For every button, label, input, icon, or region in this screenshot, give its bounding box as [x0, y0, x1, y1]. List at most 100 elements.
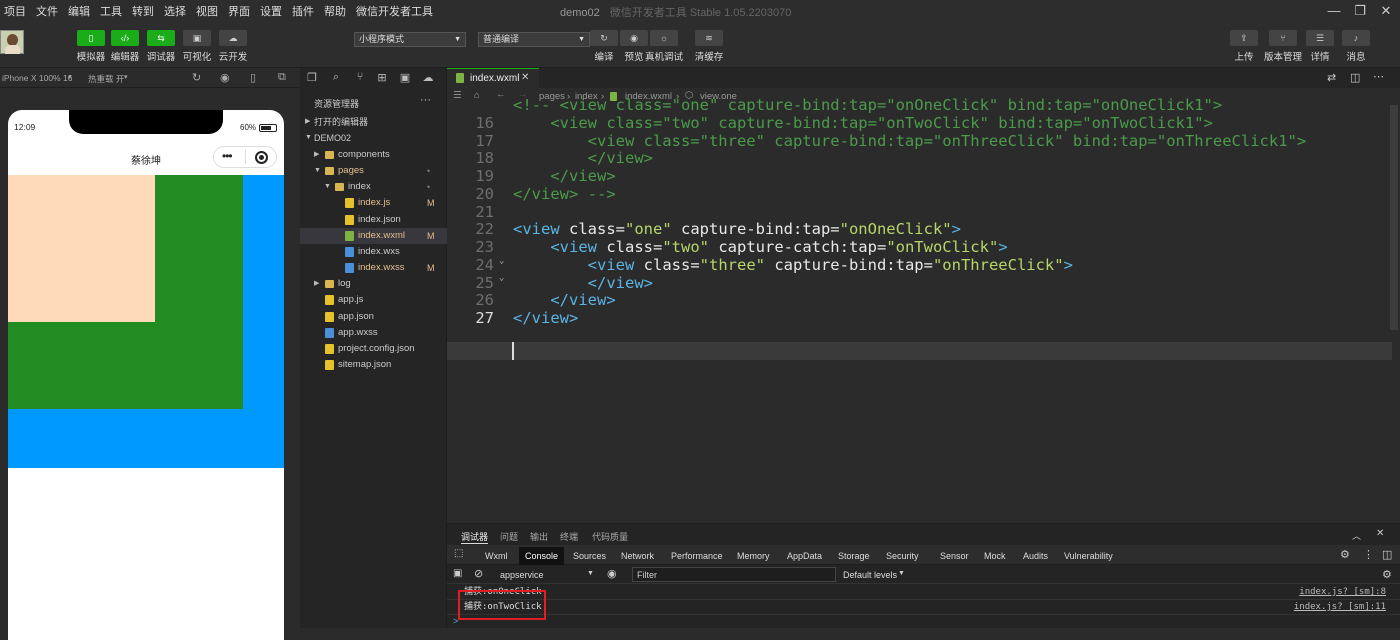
- search-icon[interactable]: ⌕: [329, 71, 343, 85]
- cloud-icon[interactable]: ☁: [219, 30, 247, 46]
- code-line[interactable]: </view>: [513, 167, 615, 185]
- devtools-tab-performance[interactable]: Performance: [665, 547, 729, 565]
- tree-item-index[interactable]: ▼ index •: [300, 179, 447, 195]
- editor-scrollbar[interactable]: [1390, 105, 1398, 330]
- chevron-down-icon[interactable]: ▼: [324, 179, 331, 195]
- clear-console-icon[interactable]: ⊘: [474, 567, 483, 580]
- devtools-tab-appdata[interactable]: AppData: [781, 547, 828, 565]
- devtools-tab-sensor[interactable]: Sensor: [934, 547, 975, 565]
- files-icon[interactable]: ❐: [305, 71, 319, 85]
- devtools-more-icon[interactable]: ⋮: [1363, 548, 1374, 561]
- devtools-tab-sources[interactable]: Sources: [567, 547, 612, 565]
- debug-icon[interactable]: ⇆: [147, 30, 175, 46]
- menu-item[interactable]: 微信开发者工具: [352, 3, 439, 19]
- code-line[interactable]: </view>: [513, 309, 578, 327]
- context-chevron-icon[interactable]: ▼: [587, 570, 594, 577]
- phone-icon[interactable]: ▯: [250, 71, 256, 84]
- tree-item-pages[interactable]: ▼ pages •: [300, 163, 447, 179]
- back-arrow-icon[interactable]: ←: [496, 89, 506, 100]
- debug-panel-icon[interactable]: ▣: [398, 71, 412, 85]
- inspect-icon[interactable]: ⬚: [454, 548, 463, 559]
- menu-item[interactable]: 工具: [96, 3, 128, 19]
- exit-miniprogram-icon[interactable]: [255, 151, 268, 164]
- filter-input[interactable]: Filter: [632, 567, 836, 582]
- hotreload-chevron-icon[interactable]: ▾: [124, 73, 128, 81]
- tree-item-app.json[interactable]: app.json: [300, 309, 447, 325]
- visual-icon[interactable]: ▣: [183, 30, 211, 46]
- extensions-icon[interactable]: ⊞: [375, 71, 389, 85]
- console-settings-icon[interactable]: ⚙: [1382, 568, 1392, 581]
- right-button-3[interactable]: ♪ 消息: [1336, 30, 1376, 63]
- dock-icon[interactable]: ◫: [1382, 548, 1392, 561]
- minimize-icon[interactable]: —: [1326, 3, 1342, 19]
- upload-icon[interactable]: ⇪: [1230, 30, 1258, 46]
- tree-item-project.config.json[interactable]: project.config.json: [300, 341, 447, 357]
- mode-select[interactable]: 小程序模式 ▼: [354, 32, 466, 47]
- right-button-2[interactable]: ☰ 详情: [1300, 30, 1340, 63]
- panel-tab-3[interactable]: 终端: [560, 530, 578, 543]
- collapse-panel-icon[interactable]: ︿: [1352, 529, 1361, 542]
- panel-tab-2[interactable]: 输出: [530, 530, 548, 543]
- editor-tab[interactable]: index.wxml ✕: [447, 68, 539, 88]
- menu-lines-icon[interactable]: ☰: [453, 90, 462, 101]
- toolbar-button-1[interactable]: ‹/› 编辑器: [105, 30, 145, 63]
- compare-icon[interactable]: ⇄: [1327, 71, 1336, 84]
- fold-22-icon[interactable]: ⌄: [499, 256, 504, 266]
- code-line[interactable]: <view class="three" capture-bind:tap="on…: [513, 256, 1073, 274]
- menu-item[interactable]: 界面: [224, 3, 256, 19]
- refresh-icon[interactable]: ↻: [192, 71, 201, 84]
- devtools-tab-wxml[interactable]: Wxml: [479, 547, 514, 565]
- code-area[interactable]: <!-- <view class="one" capture-bind:tap=…: [447, 96, 1400, 523]
- devtools-tab-vulnerability[interactable]: Vulnerability: [1058, 547, 1119, 565]
- devtools-tab-storage[interactable]: Storage: [832, 547, 876, 565]
- levels-chevron-icon[interactable]: ▼: [898, 570, 905, 577]
- toolbar-button-4[interactable]: ☁ 云开发: [213, 30, 253, 63]
- tree-item-index.wxs[interactable]: index.wxs: [300, 244, 447, 260]
- code-line[interactable]: <view class="three" capture-bind:tap="on…: [513, 132, 1307, 150]
- log-source-link[interactable]: index.js? [sm]:11: [1294, 600, 1386, 615]
- chevron-down-icon[interactable]: ▼: [314, 163, 321, 179]
- source-control-icon[interactable]: ⑂: [353, 71, 367, 85]
- sidebar-toggle-icon[interactable]: ▣: [453, 568, 462, 579]
- capsule-menu[interactable]: •••: [213, 146, 277, 168]
- devtools-tab-network[interactable]: Network: [615, 547, 660, 565]
- menu-item[interactable]: 帮助: [320, 3, 352, 19]
- console-prompt[interactable]: >: [453, 616, 458, 626]
- avatar[interactable]: [0, 30, 24, 54]
- version-icon[interactable]: ⑂: [1269, 30, 1297, 46]
- tree-item-index.json[interactable]: index.json: [300, 212, 447, 228]
- code-line[interactable]: <view class="two" capture-bind:tap="onTw…: [513, 114, 1213, 132]
- devtools-tab-security[interactable]: Security: [880, 547, 925, 565]
- tree-item-components[interactable]: ▶ components: [300, 147, 447, 163]
- bell-icon[interactable]: ♪: [1342, 30, 1370, 46]
- remote-debug-icon[interactable]: ☼: [650, 30, 678, 46]
- tree-item-log[interactable]: ▶ log: [300, 276, 447, 292]
- cloud-panel-icon[interactable]: ☁: [421, 71, 435, 85]
- panel-tab-1[interactable]: 问题: [500, 530, 518, 543]
- devtools-tab-memory[interactable]: Memory: [731, 547, 776, 565]
- record-icon[interactable]: ◉: [220, 71, 230, 84]
- tree-item-index.wxss[interactable]: index.wxss M: [300, 260, 447, 276]
- tree-item-index.js[interactable]: index.js M: [300, 195, 447, 211]
- fold-23-icon[interactable]: ⌄: [499, 273, 504, 283]
- code-line[interactable]: </view>: [513, 149, 653, 167]
- context-select[interactable]: appservice: [500, 570, 544, 580]
- right-button-1[interactable]: ⑂ 版本管理: [1263, 30, 1303, 63]
- levels-select[interactable]: Default levels: [843, 570, 897, 580]
- devtools-tab-audits[interactable]: Audits: [1017, 547, 1054, 565]
- code-line[interactable]: </view> -->: [513, 185, 616, 203]
- more-icon[interactable]: •••: [222, 149, 233, 163]
- code-line[interactable]: </view>: [513, 274, 653, 292]
- details-icon[interactable]: ☰: [1306, 30, 1334, 46]
- detach-icon[interactable]: ⧉: [278, 71, 286, 84]
- close-window-icon[interactable]: ✕: [1378, 3, 1394, 19]
- code-line[interactable]: <view class="two" capture-catch:tap="onT…: [513, 238, 1007, 256]
- toolbar-button-3[interactable]: ▣ 可视化: [177, 30, 217, 63]
- code-line[interactable]: <view class="one" capture-bind:tap="onOn…: [513, 220, 961, 238]
- split-editor-icon[interactable]: ◫: [1350, 71, 1360, 84]
- menu-item[interactable]: 设置: [256, 3, 288, 19]
- hotreload-toggle[interactable]: 热重载 开: [88, 73, 124, 85]
- right-button-0[interactable]: ⇪ 上传: [1224, 30, 1264, 63]
- phone-icon[interactable]: ▯: [77, 30, 105, 46]
- clear-cache-icon[interactable]: ≋: [695, 30, 723, 46]
